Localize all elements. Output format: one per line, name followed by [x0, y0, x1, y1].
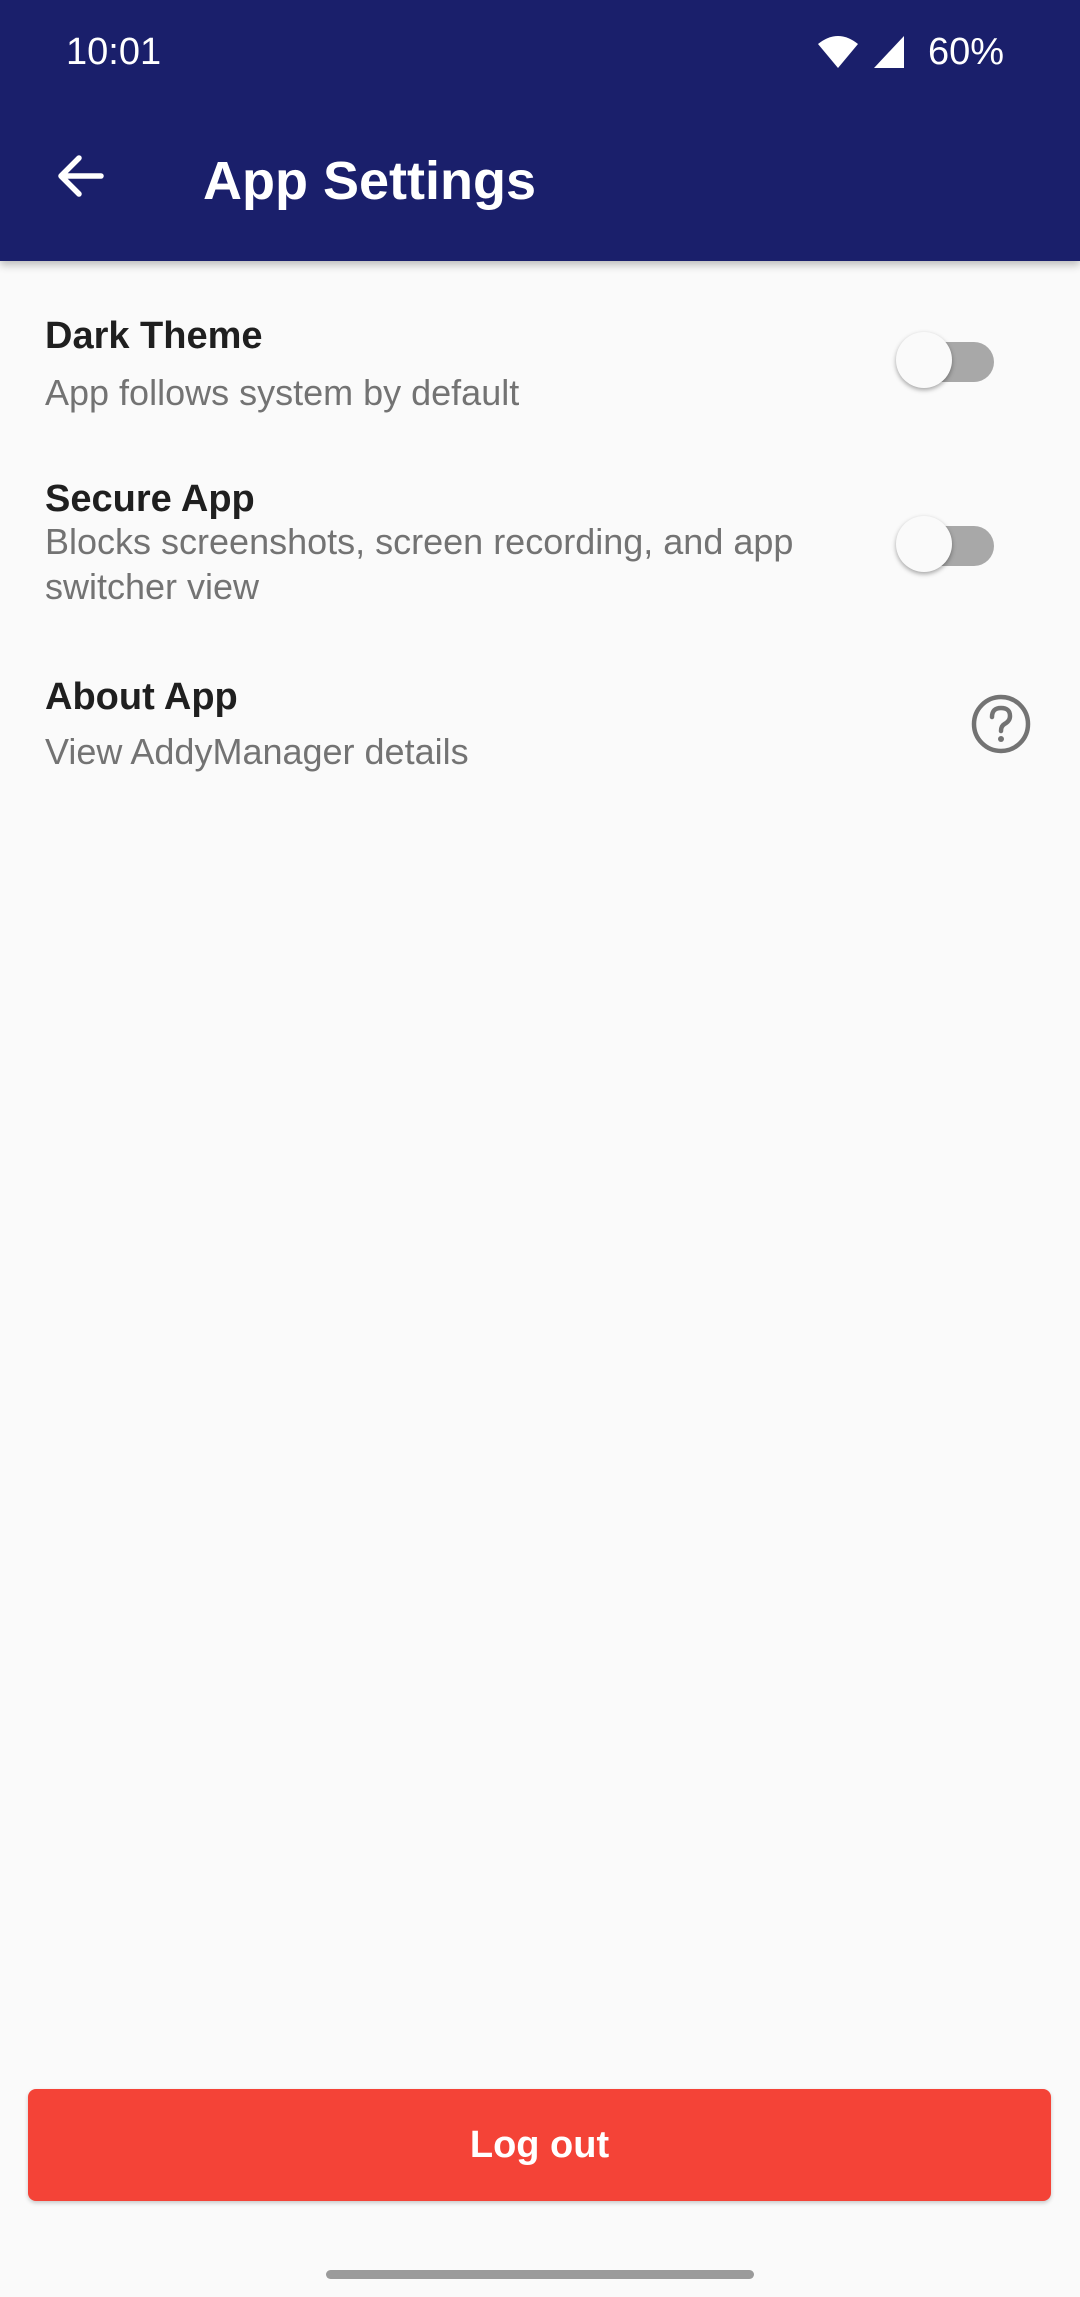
dark-theme-switch[interactable]: [896, 332, 1000, 392]
status-bar-right: 60%: [816, 26, 1004, 78]
home-indicator[interactable]: [326, 2270, 754, 2279]
help-circle-icon[interactable]: [970, 693, 1032, 755]
back-button[interactable]: [38, 136, 122, 220]
setting-secure-app[interactable]: Secure App Blocks screenshots, screen re…: [0, 465, 1080, 615]
status-time: 10:01: [66, 31, 162, 73]
setting-about-app[interactable]: About App View AddyManager details: [0, 665, 1080, 790]
battery-percent: 60%: [927, 30, 1004, 73]
setting-title: Dark Theme: [45, 315, 263, 357]
setting-description: View AddyManager details: [45, 731, 469, 772]
page-title: App Settings: [203, 151, 536, 211]
secure-app-switch[interactable]: [896, 516, 1000, 576]
app-bar: 10:01 60% App Settings: [0, 0, 1080, 261]
switch-thumb: [896, 516, 952, 572]
setting-title: About App: [45, 676, 238, 718]
setting-dark-theme[interactable]: Dark Theme App follows system by default: [0, 300, 1080, 430]
setting-title: Secure App: [45, 478, 255, 520]
arrow-left-icon: [55, 154, 105, 203]
cellular-signal-icon: [872, 34, 906, 70]
logout-button[interactable]: Log out: [28, 2089, 1051, 2201]
switch-thumb: [896, 332, 952, 388]
wifi-icon: [816, 34, 860, 70]
setting-description: Blocks screenshots, screen recording, an…: [45, 521, 794, 607]
setting-description: App follows system by default: [45, 372, 520, 413]
